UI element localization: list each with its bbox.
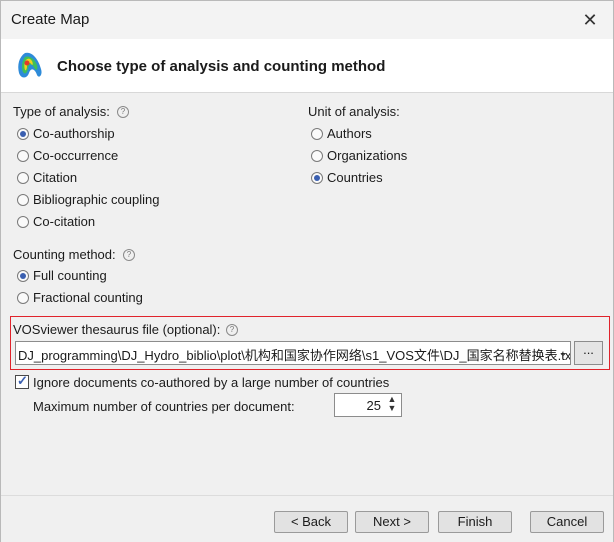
radio-co-citation[interactable] [17, 216, 29, 228]
next-button[interactable]: Next > [355, 511, 429, 533]
radio-authors[interactable] [311, 128, 323, 140]
header-title: Choose type of analysis and counting met… [57, 58, 386, 75]
back-button[interactable]: < Back [274, 511, 348, 533]
type-of-analysis-help-icon[interactable]: ? [117, 106, 129, 118]
create-map-dialog: Create Map ✕ Choose type of analysis and… [0, 0, 614, 542]
radio-bibliographic-coupling[interactable] [17, 194, 29, 206]
option-co-authorship-label[interactable]: Co-authorship [33, 126, 115, 141]
option-citation-label[interactable]: Citation [33, 170, 77, 185]
option-bibliographic-coupling-label[interactable]: Bibliographic coupling [33, 192, 159, 207]
option-countries-label[interactable]: Countries [327, 170, 383, 185]
option-co-citation-label[interactable]: Co-citation [33, 214, 95, 229]
unit-of-analysis-label: Unit of analysis: [308, 104, 400, 119]
counting-method-help-icon[interactable]: ? [123, 249, 135, 261]
radio-co-authorship[interactable] [17, 128, 29, 140]
max-countries-label: Maximum number of countries per document… [33, 399, 295, 414]
thesaurus-label: VOSviewer thesaurus file (optional): [13, 322, 221, 337]
ignore-documents-label[interactable]: Ignore documents co-authored by a large … [33, 375, 389, 390]
radio-fractional-counting[interactable] [17, 292, 29, 304]
browse-button[interactable]: ... [574, 341, 603, 365]
type-of-analysis-label: Type of analysis: [13, 104, 110, 119]
radio-full-counting[interactable] [17, 270, 29, 282]
max-countries-value: 25 [366, 398, 381, 413]
close-icon[interactable]: ✕ [567, 1, 613, 39]
window-title: Create Map [11, 11, 90, 28]
ignore-documents-checkbox[interactable]: ✓ [15, 373, 29, 389]
option-full-counting-label[interactable]: Full counting [33, 268, 107, 283]
radio-organizations[interactable] [311, 150, 323, 162]
thesaurus-help-icon[interactable]: ? [226, 324, 238, 336]
radio-co-occurrence[interactable] [17, 150, 29, 162]
thesaurus-path-combobox[interactable]: DJ_programming\DJ_Hydro_biblio\plot\机构和国… [15, 341, 571, 365]
counting-method-label: Counting method: [13, 247, 116, 262]
radio-countries[interactable] [311, 172, 323, 184]
option-co-occurrence-label[interactable]: Co-occurrence [33, 148, 118, 163]
option-fractional-counting-label[interactable]: Fractional counting [33, 290, 143, 305]
title-bar: Create Map ✕ [1, 1, 613, 39]
spinner-arrows-icon[interactable]: ▲ ▼ [386, 395, 398, 413]
max-countries-spinner[interactable]: 25 ▲ ▼ [334, 393, 402, 417]
option-organizations-label[interactable]: Organizations [327, 148, 407, 163]
radio-citation[interactable] [17, 172, 29, 184]
checkmark-icon: ✓ [17, 373, 28, 388]
thesaurus-path-value: DJ_programming\DJ_Hydro_biblio\plot\机构和国… [18, 348, 571, 363]
option-authors-label[interactable]: Authors [327, 126, 372, 141]
dialog-header: Choose type of analysis and counting met… [1, 39, 613, 93]
vosviewer-logo-icon [18, 52, 42, 78]
chevron-down-icon[interactable]: ⌄ [558, 345, 568, 359]
finish-button[interactable]: Finish [438, 511, 512, 533]
cancel-button[interactable]: Cancel [530, 511, 604, 533]
